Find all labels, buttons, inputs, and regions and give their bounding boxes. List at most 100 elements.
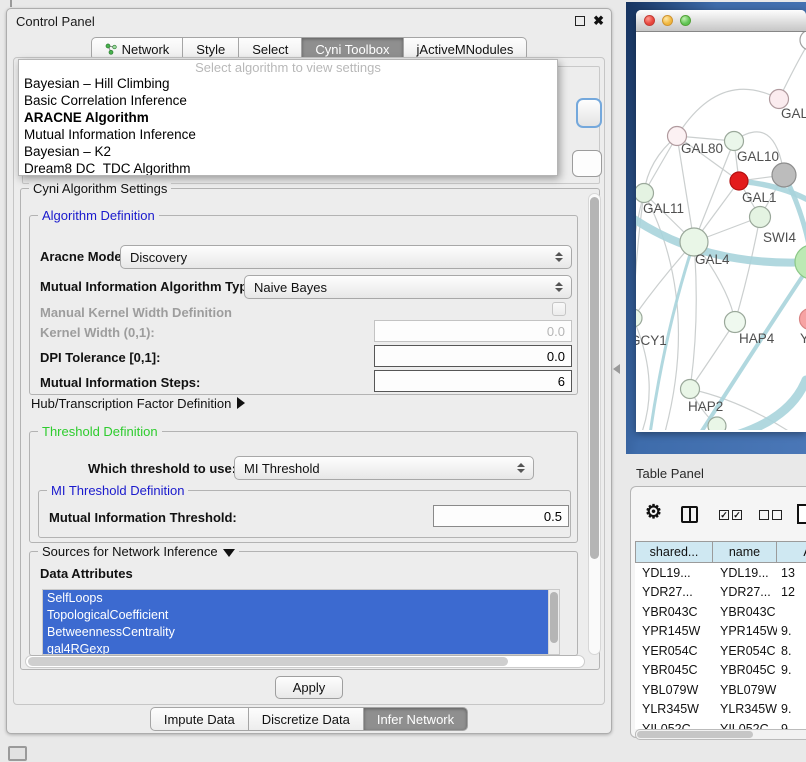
- scrollbar-thumb[interactable]: [28, 657, 508, 666]
- data-attribute-item[interactable]: TopologicalCoefficient: [43, 607, 559, 624]
- kernel-width-field[interactable]: 0.0: [374, 320, 572, 342]
- float-window-icon[interactable]: [575, 16, 585, 26]
- network-node[interactable]: [636, 184, 654, 203]
- mi-steps-label: Mutual Information Steps:: [40, 375, 200, 390]
- table-row[interactable]: YPR145WYPR145W9.: [635, 622, 806, 642]
- table-cell: 12: [777, 583, 806, 603]
- apply-button[interactable]: Apply: [275, 676, 343, 699]
- network-node-label: GAL80: [681, 141, 723, 156]
- data-attribute-item[interactable]: SelfLoops: [43, 590, 559, 607]
- mi-steps-field[interactable]: 6: [374, 370, 572, 392]
- manual-kernel-width-checkbox[interactable]: [552, 302, 566, 316]
- table-row[interactable]: YER054CYER054C8.: [635, 641, 806, 661]
- split-view-icon[interactable]: [681, 506, 698, 523]
- gear-icon[interactable]: ⚙: [645, 501, 662, 524]
- algorithm-definition-group: Algorithm Definition Aracne Mode: Discov…: [29, 215, 578, 395]
- algorithm-option[interactable]: Mutual Information Inference: [19, 126, 557, 143]
- algorithm-option[interactable]: Dream8 DC_TDC Algorithm: [19, 160, 557, 176]
- tab-discretize-data[interactable]: Discretize Data: [249, 707, 364, 731]
- network-node[interactable]: [725, 312, 746, 333]
- data-attribute-item[interactable]: BetweennessCentrality: [43, 624, 559, 641]
- column-header-shared-name[interactable]: shared...: [635, 541, 713, 563]
- page-icon[interactable]: [797, 504, 806, 524]
- network-node[interactable]: [725, 132, 744, 151]
- table-cell: YPR145W: [635, 622, 713, 642]
- threshold-definition-group: Threshold Definition Which threshold to …: [29, 431, 578, 543]
- network-edge[interactable]: [690, 322, 735, 389]
- table-panel: ⚙ ✓✓ shared... name A YDL19...YDL19...13…: [630, 486, 806, 738]
- network-icon: [105, 43, 117, 55]
- list-scrollbar[interactable]: [548, 590, 559, 654]
- tab-impute-data[interactable]: Impute Data: [150, 707, 249, 731]
- table-cell: YPR145W: [713, 622, 777, 642]
- network-node[interactable]: [800, 32, 806, 50]
- manual-kernel-width-label: Manual Kernel Width Definition: [40, 305, 232, 320]
- algorithm-option[interactable]: Bayesian – Hill Climbing: [19, 75, 557, 92]
- data-attribute-item[interactable]: gal4RGexp: [43, 641, 559, 655]
- data-attributes-list[interactable]: SelfLoopsTopologicalCoefficientBetweenne…: [42, 589, 560, 655]
- column-header-name[interactable]: name: [713, 541, 777, 563]
- network-edge[interactable]: [735, 217, 760, 322]
- settings-vertical-scrollbar[interactable]: [588, 193, 601, 655]
- settings-horizontal-scrollbar[interactable]: [25, 655, 585, 668]
- checked-box-icon: ✓: [719, 510, 729, 520]
- panel-divider-arrow[interactable]: [613, 364, 620, 374]
- unchecked-box-icon: [772, 510, 782, 520]
- close-icon[interactable]: ✖: [593, 13, 604, 29]
- network-node-label: GAL4: [695, 252, 730, 267]
- network-node[interactable]: [636, 309, 642, 327]
- minimize-traffic-light[interactable]: [662, 15, 673, 26]
- table-cell: YER054C: [713, 641, 777, 661]
- algorithm-combo-fragment[interactable]: [576, 98, 602, 128]
- sources-group-title[interactable]: Sources for Network Inference: [38, 544, 239, 559]
- network-node[interactable]: [772, 163, 796, 187]
- column-header-third[interactable]: A: [777, 541, 806, 563]
- network-canvas[interactable]: GALGAL80GAL10GAL1GAL11SWI4GAL4GCY1HAP4YH…: [636, 32, 806, 430]
- hub-definition-expander[interactable]: Hub/Transcription Factor Definition: [31, 396, 245, 411]
- table-row[interactable]: YBL079WYBL079W: [635, 680, 806, 700]
- mi-threshold-field[interactable]: 0.5: [433, 505, 569, 527]
- minimized-panel-icon[interactable]: [8, 746, 27, 761]
- network-node[interactable]: [708, 417, 726, 430]
- tab-label: Cyni Toolbox: [315, 42, 389, 57]
- network-node[interactable]: [750, 207, 771, 228]
- scrollbar-thumb[interactable]: [637, 731, 753, 738]
- table-row[interactable]: YIL052CYIL052C9: [635, 719, 806, 729]
- table-combo-fragment[interactable]: [572, 150, 602, 177]
- network-node[interactable]: [730, 172, 748, 190]
- network-edge[interactable]: [677, 89, 779, 136]
- group-title: MI Threshold Definition: [47, 483, 188, 498]
- which-threshold-select[interactable]: MI Threshold: [234, 456, 534, 480]
- tab-label: Network: [122, 42, 170, 57]
- dpi-tolerance-field[interactable]: 0.0: [374, 345, 572, 367]
- mi-algorithm-type-select[interactable]: Naive Bayes: [244, 275, 572, 299]
- algorithm-option[interactable]: Bayesian – K2: [19, 143, 557, 160]
- tab-infer-network[interactable]: Infer Network: [364, 707, 468, 731]
- table-row[interactable]: YBR043CYBR043C: [635, 602, 806, 622]
- hide-columns-icon[interactable]: [759, 510, 782, 520]
- network-node[interactable]: [800, 309, 806, 330]
- table-row[interactable]: YDR27...YDR27...12: [635, 583, 806, 603]
- table-row[interactable]: YDL19...YDL19...13: [635, 563, 806, 583]
- network-window-titlebar[interactable]: [636, 10, 806, 32]
- network-edge[interactable]: [694, 141, 734, 242]
- aracne-mode-select[interactable]: Discovery: [120, 245, 572, 269]
- scrollbar-thumb[interactable]: [590, 197, 599, 559]
- table-cell: YIL052C: [713, 719, 777, 729]
- table-row[interactable]: YBR045CYBR045C9.: [635, 661, 806, 681]
- network-edge-highlighted[interactable]: [730, 380, 806, 430]
- show-columns-icon[interactable]: ✓✓: [719, 510, 742, 520]
- network-node[interactable]: [795, 245, 806, 279]
- algorithm-option[interactable]: Basic Correlation Inference: [19, 92, 557, 109]
- network-node[interactable]: [681, 380, 700, 399]
- attr-items: SelfLoopsTopologicalCoefficientBetweenne…: [43, 590, 559, 655]
- table-row[interactable]: YLR345WYLR345W9.: [635, 700, 806, 720]
- zoom-traffic-light[interactable]: [680, 15, 691, 26]
- table-cell: YBR045C: [635, 661, 713, 681]
- close-traffic-light[interactable]: [644, 15, 655, 26]
- table-horizontal-scrollbar[interactable]: [635, 729, 806, 740]
- scrollbar-thumb[interactable]: [550, 592, 558, 643]
- field-value: 6: [558, 374, 565, 389]
- table-cell: YBR043C: [635, 602, 713, 622]
- algorithm-option[interactable]: ARACNE Algorithm: [19, 109, 557, 126]
